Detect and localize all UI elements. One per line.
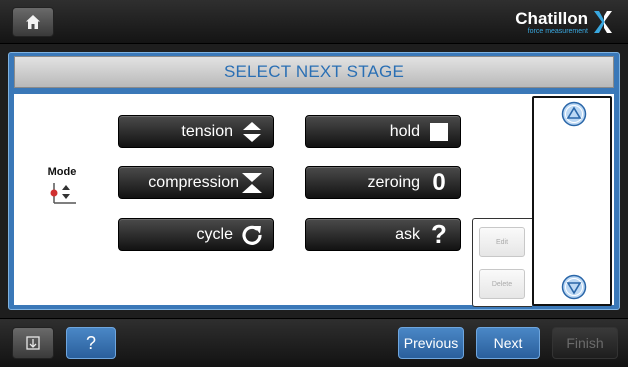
mode-label: Mode: [47, 166, 77, 178]
page-title: SELECT NEXT STAGE: [14, 56, 614, 88]
question-icon: ?: [431, 219, 447, 249]
finish-button[interactable]: Finish: [552, 327, 618, 359]
refresh-icon: [241, 224, 263, 246]
export-button[interactable]: [12, 327, 54, 359]
home-icon: [26, 15, 40, 29]
delete-button[interactable]: Delete: [479, 269, 525, 299]
double-arrow-icon: [241, 121, 263, 143]
hold-button[interactable]: hold: [305, 115, 461, 148]
edit-button[interactable]: Edit: [479, 227, 525, 257]
zeroing-button[interactable]: zeroing 0: [305, 166, 461, 199]
previous-button[interactable]: Previous: [398, 327, 464, 359]
ask-label: ask: [395, 225, 420, 243]
compression-button[interactable]: compression: [118, 166, 274, 199]
tension-button[interactable]: tension: [118, 115, 274, 148]
brand-name: Chatillon: [515, 8, 588, 28]
help-button[interactable]: ?: [66, 327, 116, 359]
hold-label: hold: [389, 122, 420, 140]
home-button[interactable]: [12, 7, 54, 37]
brand-tagline: force measurement: [527, 27, 588, 35]
cycle-button[interactable]: cycle: [118, 218, 274, 251]
arrow-up-icon[interactable]: [561, 101, 587, 127]
mode-icon: [50, 183, 76, 204]
compression-label: compression: [148, 173, 239, 191]
zeroing-label: zeroing: [367, 173, 420, 191]
square-icon: [428, 121, 450, 143]
brand-mark-icon: [594, 11, 612, 33]
cycle-label: cycle: [196, 225, 233, 243]
brand-logo: Chatillon force measurement: [515, 7, 614, 37]
export-icon: [26, 336, 40, 350]
arrow-down-icon[interactable]: [561, 274, 587, 300]
tension-label: tension: [181, 122, 233, 140]
ask-button[interactable]: ask ?: [305, 218, 461, 251]
compress-arrows-icon: [241, 172, 263, 194]
zero-icon: 0: [432, 168, 446, 196]
next-button[interactable]: Next: [476, 327, 540, 359]
